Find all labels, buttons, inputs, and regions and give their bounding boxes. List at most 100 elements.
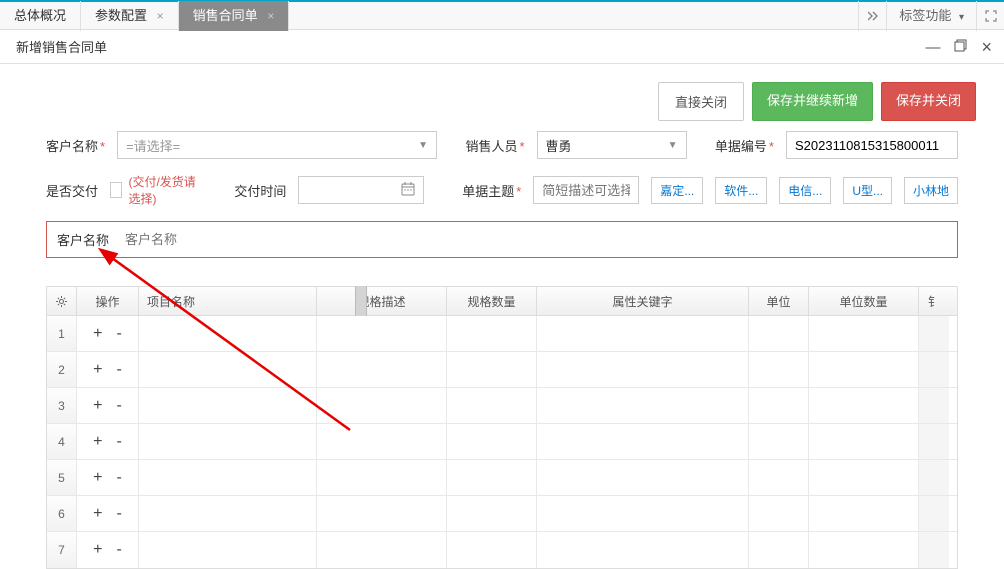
remove-row-button[interactable]: - xyxy=(117,352,122,388)
bill-no-input[interactable] xyxy=(786,131,958,159)
cell-unitqty[interactable] xyxy=(809,424,919,459)
direct-close-button[interactable]: 直接关闭 xyxy=(661,85,741,118)
cell-unit[interactable] xyxy=(749,532,809,568)
cell-attr[interactable] xyxy=(537,316,749,351)
unit-column-header: 单位 xyxy=(749,287,809,315)
caret-down-icon: ▾ xyxy=(959,12,964,23)
cell-qty[interactable] xyxy=(447,532,537,568)
cell-qty[interactable] xyxy=(447,496,537,531)
fullscreen-button[interactable] xyxy=(976,1,1004,31)
add-row-button[interactable]: + xyxy=(93,460,102,496)
cell-itemname[interactable] xyxy=(139,388,317,423)
cell-spec[interactable] xyxy=(317,352,447,387)
calendar-icon[interactable] xyxy=(401,182,415,199)
maximize-icon[interactable] xyxy=(954,39,967,56)
cell-attr[interactable] xyxy=(537,424,749,459)
add-row-button[interactable]: + xyxy=(93,496,102,532)
delivered-label: 是否交付 xyxy=(46,181,98,200)
chevron-down-icon: ▼ xyxy=(418,140,428,151)
close-tab-icon[interactable]: × xyxy=(267,9,274,23)
tab-overview[interactable]: 总体概况 xyxy=(0,1,81,31)
cell-unitqty[interactable] xyxy=(809,316,919,351)
deliver-time-input[interactable] xyxy=(298,176,424,204)
cell-attr[interactable] xyxy=(537,352,749,387)
tag-utype[interactable]: U型... xyxy=(843,177,892,204)
save-close-button[interactable]: 保存并关闭 xyxy=(881,82,976,121)
tab-config[interactable]: 参数配置 × xyxy=(81,1,179,31)
cell-unit[interactable] xyxy=(749,352,809,387)
cell-spec[interactable] xyxy=(317,532,447,568)
cell-unit[interactable] xyxy=(749,316,809,351)
add-row-button[interactable]: + xyxy=(93,424,102,460)
close-icon[interactable]: × xyxy=(981,37,992,58)
label-function-dropdown[interactable]: 标签功能 ▾ xyxy=(886,1,976,31)
close-tab-icon[interactable]: × xyxy=(157,9,164,23)
add-row-button[interactable]: + xyxy=(93,316,102,352)
minimize-icon[interactable]: — xyxy=(925,39,940,56)
cell-spec[interactable] xyxy=(317,496,447,531)
bill-no-field[interactable] xyxy=(795,132,949,158)
chevron-down-icon: ▼ xyxy=(668,140,678,151)
cell-itemname[interactable] xyxy=(139,460,317,495)
remove-row-button[interactable]: - xyxy=(117,496,122,532)
column-resize-handle[interactable] xyxy=(355,286,367,316)
row-number: 4 xyxy=(47,424,77,459)
cell-attr[interactable] xyxy=(537,496,749,531)
cell-qty[interactable] xyxy=(447,316,537,351)
row-number: 7 xyxy=(47,532,77,568)
cell-spec[interactable] xyxy=(317,424,447,459)
cell-spec[interactable] xyxy=(317,388,447,423)
cell-qty[interactable] xyxy=(447,460,537,495)
cell-qty[interactable] xyxy=(447,352,537,387)
cell-itemname[interactable] xyxy=(139,532,317,568)
cell-unit[interactable] xyxy=(749,424,809,459)
cell-itemname[interactable] xyxy=(139,424,317,459)
bill-no-label: 单据编号* xyxy=(715,136,774,155)
cell-itemname[interactable] xyxy=(139,316,317,351)
cell-qty[interactable] xyxy=(447,424,537,459)
add-row-button[interactable]: + xyxy=(93,352,102,388)
cell-attr[interactable] xyxy=(537,532,749,568)
cell-itemname[interactable] xyxy=(139,352,317,387)
cell-unit[interactable] xyxy=(749,460,809,495)
cell-attr[interactable] xyxy=(537,460,749,495)
cell-unitqty[interactable] xyxy=(809,352,919,387)
tag-xiaolin[interactable]: 小林地 xyxy=(904,177,958,204)
table-row: 1 +- xyxy=(47,316,957,352)
cell-last xyxy=(919,316,949,351)
add-row-button[interactable]: + xyxy=(93,388,102,424)
customer-name-search-input[interactable] xyxy=(125,232,947,247)
save-continue-button[interactable]: 保存并继续新增 xyxy=(752,82,873,121)
tag-jiading[interactable]: 嘉定... xyxy=(651,177,703,204)
cell-unitqty[interactable] xyxy=(809,496,919,531)
subject-input[interactable] xyxy=(533,176,639,204)
cell-unitqty[interactable] xyxy=(809,460,919,495)
remove-row-button[interactable]: - xyxy=(117,460,122,496)
subject-label: 单据主题* xyxy=(462,181,521,200)
cell-unitqty[interactable] xyxy=(809,388,919,423)
remove-row-button[interactable]: - xyxy=(117,532,122,568)
cell-unitqty[interactable] xyxy=(809,532,919,568)
tab-sales-contract[interactable]: 销售合同单 × xyxy=(179,1,290,31)
cell-unit[interactable] xyxy=(749,388,809,423)
salesperson-select[interactable]: 曹勇 ▼ xyxy=(537,131,687,159)
customer-name-select[interactable]: =请选择= ▼ xyxy=(117,131,437,159)
delivered-checkbox[interactable] xyxy=(110,182,122,198)
op-column-header: 操作 xyxy=(77,287,139,315)
cell-qty[interactable] xyxy=(447,388,537,423)
tabs-scroll-right-button[interactable] xyxy=(858,1,886,31)
cell-itemname[interactable] xyxy=(139,496,317,531)
cell-attr[interactable] xyxy=(537,388,749,423)
remove-row-button[interactable]: - xyxy=(117,424,122,460)
subject-field[interactable] xyxy=(542,177,630,203)
cell-spec[interactable] xyxy=(317,316,447,351)
tag-software[interactable]: 软件... xyxy=(715,177,767,204)
tag-telecom[interactable]: 电信... xyxy=(779,177,831,204)
delivered-tip: (交付/发货请选择) xyxy=(128,173,199,207)
gear-column-header[interactable] xyxy=(47,287,77,315)
cell-unit[interactable] xyxy=(749,496,809,531)
add-row-button[interactable]: + xyxy=(93,532,102,568)
cell-spec[interactable] xyxy=(317,460,447,495)
remove-row-button[interactable]: - xyxy=(117,316,122,352)
remove-row-button[interactable]: - xyxy=(117,388,122,424)
